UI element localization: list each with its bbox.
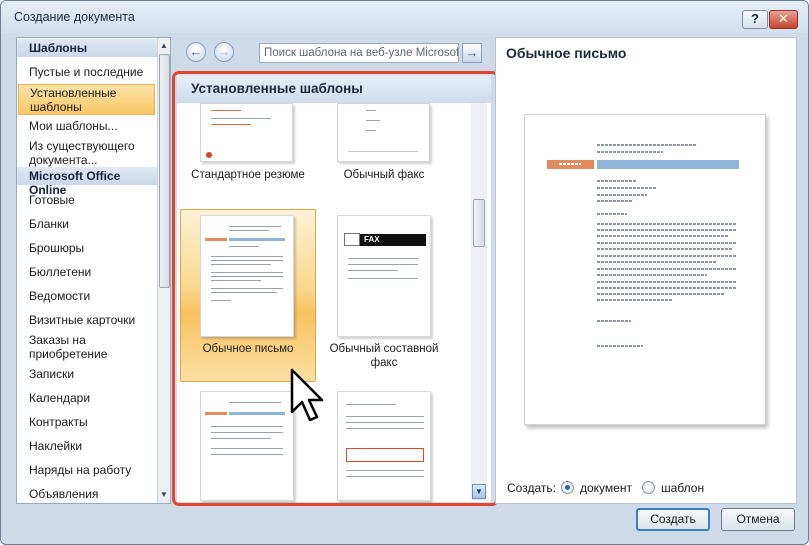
radio-document-label[interactable]: документ <box>580 481 632 495</box>
template-search-input[interactable]: Поиск шаблона на веб-узле Microsoft <box>259 43 459 63</box>
sidebar-item-announcements[interactable]: Объявления <box>29 487 155 501</box>
sidebar-item-work-orders[interactable]: Наряды на работу <box>29 463 155 477</box>
sidebar-item-blank-recent[interactable]: Пустые и последние <box>29 65 155 79</box>
forward-arrow-icon: → <box>217 44 231 59</box>
preview-blue-bar <box>597 160 739 169</box>
radio-document[interactable] <box>561 481 574 494</box>
cancel-button[interactable]: Отмена <box>721 508 795 531</box>
help-button[interactable]: ? <box>742 10 768 29</box>
section-online-header: Microsoft Office Online <box>17 167 157 197</box>
radio-template[interactable] <box>642 481 655 494</box>
gallery-highlight-frame <box>172 71 499 506</box>
category-sidebar: Шаблоны Пустые и последние Установленные… <box>16 37 171 504</box>
scroll-up-icon[interactable]: ▲ <box>160 41 168 50</box>
sidebar-item-featured[interactable]: Готовые <box>29 193 155 207</box>
close-button[interactable]: ✕ <box>769 10 798 29</box>
sidebar-item-from-existing[interactable]: Из существующего документа... <box>29 139 155 167</box>
sidebar-item-newsletters[interactable]: Бюллетени <box>29 265 155 279</box>
sidebar-scroll-thumb[interactable] <box>159 54 170 288</box>
radio-template-label[interactable]: шаблон <box>661 481 704 495</box>
new-document-dialog: Создание документа ? ✕ Шаблоны Пустые и … <box>0 0 809 545</box>
back-arrow-icon: ← <box>189 44 203 59</box>
window-title: Создание документа <box>14 10 135 24</box>
preview-accent-bar <box>547 160 594 169</box>
sidebar-item-business-cards[interactable]: Визитные карточки <box>29 313 155 327</box>
back-button[interactable]: ← <box>186 42 206 62</box>
sidebar-item-memos[interactable]: Записки <box>29 367 155 381</box>
forward-button[interactable]: → <box>214 42 234 62</box>
sidebar-item-my-templates[interactable]: Мои шаблоны... <box>29 119 155 133</box>
mouse-pointer-icon <box>290 368 324 422</box>
create-button[interactable]: Создать <box>636 508 710 531</box>
scroll-down-icon[interactable]: ▼ <box>160 490 168 499</box>
go-arrow-icon: → <box>465 45 479 60</box>
title-bar: Создание документа ? ✕ <box>1 1 808 33</box>
sidebar-item-brochures[interactable]: Брошюры <box>29 241 155 255</box>
sidebar-item-forms[interactable]: Бланки <box>29 217 155 231</box>
search-go-button[interactable]: → <box>462 43 482 63</box>
section-templates-header: Шаблоны <box>17 39 157 57</box>
create-as-label: Создать: <box>507 481 556 495</box>
sidebar-item-contracts[interactable]: Контракты <box>29 415 155 429</box>
preview-page <box>524 114 766 425</box>
sidebar-item-installed-templates[interactable]: Установленные шаблоны <box>18 84 155 115</box>
sidebar-item-statements[interactable]: Ведомости <box>29 289 155 303</box>
sidebar-item-purchase-orders[interactable]: Заказы на приобретение <box>29 333 155 361</box>
preview-title: Обычное письмо <box>506 45 627 61</box>
sidebar-item-labels[interactable]: Наклейки <box>29 439 155 453</box>
sidebar-item-calendars[interactable]: Календари <box>29 391 155 405</box>
sidebar-scrollbar[interactable]: ▲ ▼ <box>157 38 170 503</box>
